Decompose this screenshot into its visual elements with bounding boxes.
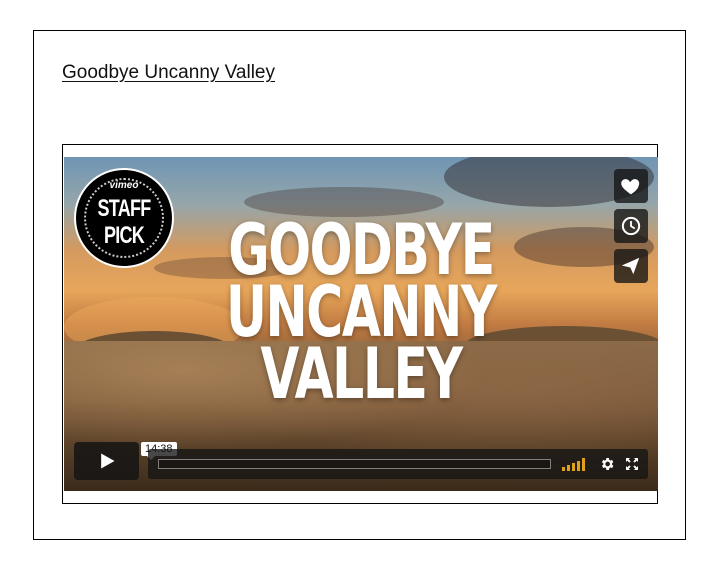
title-art-line-3: VALLEY — [260, 333, 463, 415]
share-button[interactable] — [614, 249, 648, 283]
volume-bar — [577, 461, 580, 471]
fullscreen-icon — [626, 458, 638, 470]
settings-gear-icon — [601, 458, 614, 470]
video-embed: GOODBYE UNCANNY VALLEY vimeo STAFF PICK … — [62, 144, 658, 504]
volume-bar — [567, 465, 570, 471]
volume-bar — [582, 458, 585, 471]
heart-icon — [621, 179, 640, 195]
badge-brand: vimeo — [109, 180, 139, 191]
progress-bar[interactable] — [158, 459, 551, 469]
like-button[interactable] — [614, 169, 648, 203]
control-bar — [148, 449, 648, 479]
badge-line-staff: STAFF — [97, 195, 152, 222]
clock-icon — [621, 216, 641, 236]
page-title-link[interactable]: Goodbye Uncanny Valley — [62, 62, 275, 84]
settings-button[interactable] — [599, 456, 615, 472]
badge-line-pick: PICK — [103, 222, 145, 249]
volume-control[interactable] — [562, 457, 588, 471]
volume-bar — [572, 463, 575, 471]
play-button[interactable] — [74, 442, 139, 480]
watch-later-button[interactable] — [614, 209, 648, 243]
volume-bar — [562, 467, 565, 471]
fullscreen-button[interactable] — [624, 456, 640, 472]
play-icon — [100, 453, 114, 469]
staff-pick-badge[interactable]: vimeo STAFF PICK — [74, 168, 174, 268]
send-icon — [621, 257, 640, 275]
video-player[interactable]: GOODBYE UNCANNY VALLEY vimeo STAFF PICK … — [64, 157, 658, 491]
